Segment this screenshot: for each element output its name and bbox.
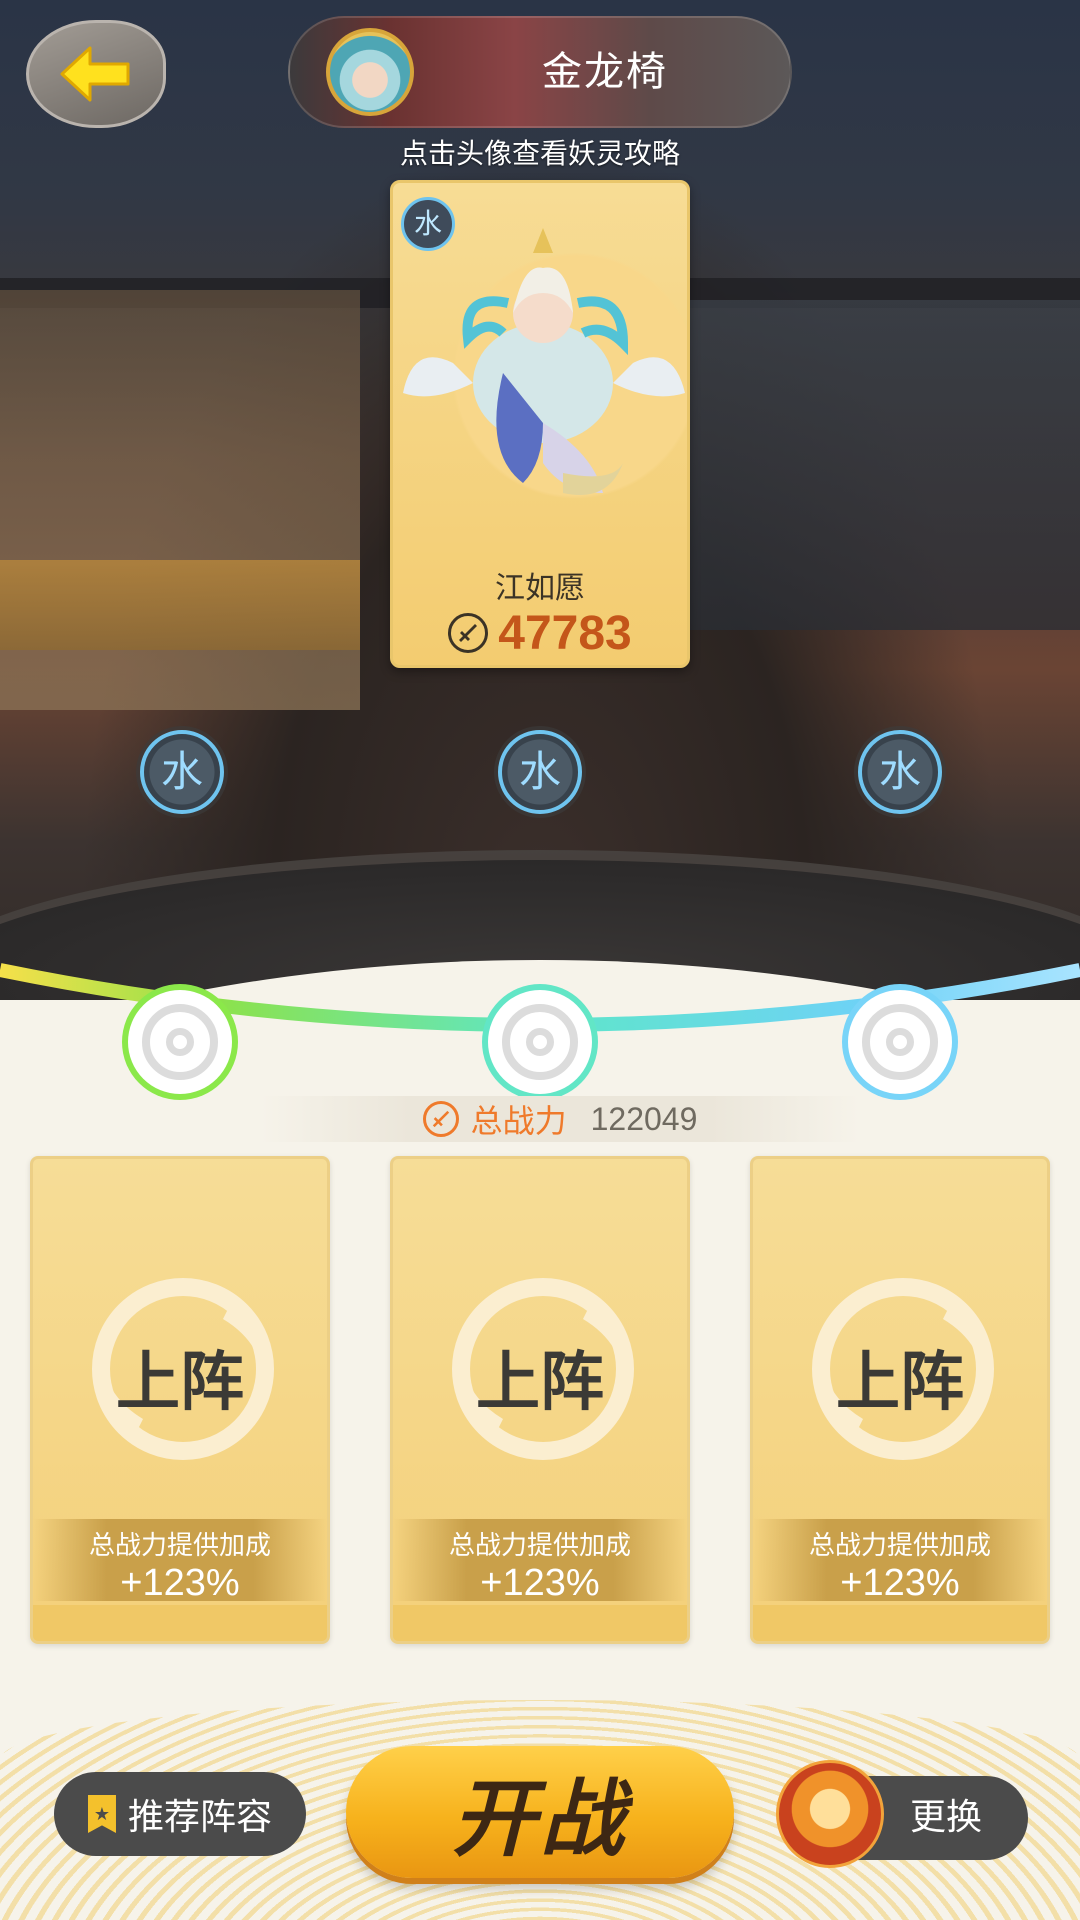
start-battle-label: 开战 (451, 1769, 628, 1868)
total-power-bar: 总战力 122049 (260, 1096, 860, 1142)
spirit-name: 江如愿 (495, 571, 585, 606)
bonus-box: 总战力提供加成 +123% (33, 1519, 327, 1604)
bonus-box: 总战力提供加成 +123% (393, 1519, 687, 1604)
deploy-card-2[interactable]: 上阵 总战力提供加成 +123% (390, 1156, 690, 1644)
bonus-label: 总战力提供加成 (448, 1531, 631, 1561)
start-battle-button[interactable]: 开战 (346, 1746, 734, 1878)
slot-3-ring[interactable] (848, 990, 952, 1094)
swap-button[interactable]: 更换 (776, 1760, 1028, 1868)
bonus-value: +123% (480, 1562, 600, 1604)
slot-3-target-icon (862, 1004, 938, 1080)
slot-1-water-badge: 水 (140, 730, 224, 814)
storefront (650, 300, 1080, 630)
shop-awning (0, 560, 360, 650)
sword-icon (448, 613, 489, 653)
deploy-card-3[interactable]: 上阵 总战力提供加成 +123% (750, 1156, 1050, 1644)
spirit-power-value: 47783 (498, 606, 632, 660)
spirit-power-row: 47783 (393, 603, 687, 663)
slot-1-ring[interactable] (128, 990, 232, 1094)
bookmark-star-icon: ★ (87, 1795, 116, 1833)
sword-icon (422, 1101, 459, 1137)
selected-spirit-card[interactable]: 水 江如愿 47783 (390, 180, 690, 668)
title-bar: 金龙椅 (288, 16, 792, 128)
slot-2-ring[interactable] (488, 990, 592, 1094)
deploy-label: 上阵 (476, 1346, 604, 1420)
bonus-label: 总战力提供加成 (88, 1531, 271, 1561)
spirit-figure (403, 228, 685, 495)
avatar-hint-text: 点击头像查看妖灵攻略 (399, 137, 680, 170)
deploy-label: 上阵 (836, 1346, 964, 1420)
deploy-card-1[interactable]: 上阵 总战力提供加成 +123% (30, 1156, 330, 1644)
bonus-label: 总战力提供加成 (808, 1531, 991, 1561)
total-power-label: 总战力 (470, 1102, 567, 1140)
recommend-lineup-label: 推荐阵容 (127, 1797, 272, 1838)
card-bottom-strip (753, 1605, 1047, 1641)
total-power-value: 122049 (590, 1100, 698, 1137)
slot-1-target-icon (142, 1004, 218, 1080)
spirit-avatar[interactable] (326, 28, 414, 116)
page-title: 金龙椅 (542, 49, 668, 95)
back-button[interactable] (26, 20, 166, 128)
recommend-lineup-button[interactable]: ★ 推荐阵容 (54, 1772, 306, 1856)
bonus-value: +123% (840, 1562, 960, 1604)
card-bottom-strip (393, 1605, 687, 1641)
bonus-box: 总战力提供加成 +123% (753, 1519, 1047, 1604)
slot-2-water-badge: 水 (498, 730, 582, 814)
slot-3-water-badge: 水 (858, 730, 942, 814)
back-arrow-icon (60, 46, 130, 102)
swap-character-avatar (776, 1760, 884, 1868)
card-bottom-strip (33, 1605, 327, 1641)
slot-2-target-icon (502, 1004, 578, 1080)
bonus-value: +123% (120, 1562, 240, 1604)
swap-label: 更换 (910, 1797, 983, 1838)
deploy-label: 上阵 (116, 1346, 244, 1420)
